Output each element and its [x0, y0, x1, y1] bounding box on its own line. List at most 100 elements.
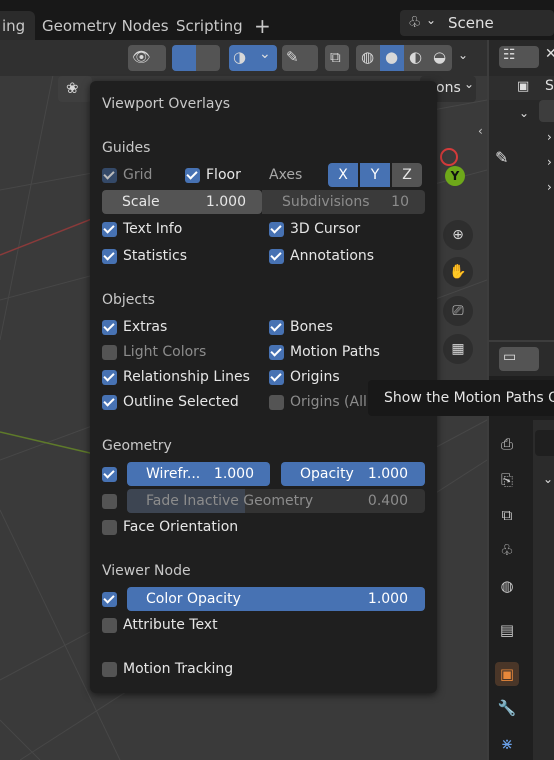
camera-icon: ⎚ [452, 303, 464, 319]
chevron-down-icon[interactable]: ⌄ [458, 48, 468, 62]
color-opacity-slider[interactable]: Color Opacity 1.000 [127, 587, 425, 611]
perspective-toggle-button[interactable]: ▦ [443, 334, 473, 364]
outliner-row[interactable]: ▣ S [489, 76, 554, 100]
checkbox-icon [102, 661, 117, 677]
origins-all-checkbox[interactable]: Origins (All) [269, 391, 372, 413]
close-icon[interactable]: ✕ [545, 46, 554, 62]
origins-all-label: Origins (All) [290, 394, 373, 410]
text-info-checkbox[interactable]: Text Info [102, 218, 182, 240]
collection-properties-icon[interactable]: ▤ [495, 618, 519, 642]
eyedropper-dropdown[interactable]: ✎ [282, 45, 318, 71]
fade-inactive-slider[interactable]: Fade Inactive Geometry 0.400 [127, 489, 425, 513]
outline-selected-checkbox[interactable]: Outline Selected [102, 391, 239, 413]
checkbox-icon [102, 319, 117, 335]
checkbox-icon [102, 167, 117, 183]
face-orientation-label: Face Orientation [123, 519, 239, 535]
chevron-right-icon[interactable]: › [547, 155, 552, 169]
checkbox-icon [102, 394, 117, 410]
tab-geometry-nodes[interactable]: Geometry Nodes [32, 11, 179, 41]
scale-field[interactable]: Scale 1.000 [102, 190, 262, 214]
fade-value: 0.400 [367, 493, 408, 509]
grid-checkbox[interactable]: Grid [102, 164, 152, 186]
axes-toggle-group: X Y Z [328, 163, 422, 187]
geometry-heading: Geometry [102, 438, 172, 454]
floor-checkbox[interactable]: Floor [185, 164, 241, 186]
checkbox-icon [102, 519, 117, 535]
editor-type-dropdown[interactable]: ▭ [499, 347, 539, 371]
wireframe-checkbox[interactable] [102, 463, 123, 485]
origins-checkbox[interactable]: Origins [269, 366, 340, 388]
object-name-field[interactable] [535, 430, 554, 456]
camera-view-button[interactable]: ⎚ [443, 296, 473, 326]
chevron-down-icon: ⌄ [464, 77, 475, 91]
properties-header: ▭ [489, 342, 554, 376]
display-mode-dropdown[interactable]: ☷ [499, 46, 539, 68]
chevron-right-icon[interactable]: › [547, 130, 552, 144]
options-label: ons [436, 80, 461, 96]
bones-checkbox[interactable]: Bones [269, 316, 333, 338]
relationship-lines-checkbox[interactable]: Relationship Lines [102, 366, 250, 388]
gizmo-toggle[interactable] [172, 45, 220, 71]
light-colors-label: Light Colors [123, 344, 207, 360]
scene-selector[interactable]: ♧ ⌄ Scene [400, 10, 554, 36]
transform-pivot-button[interactable]: ❀ [58, 76, 92, 102]
gizmo-y-axis[interactable]: Y [445, 166, 465, 186]
viewport-header: 👁 ◑ ⌄ ✎ ⧉ ◍ ● ◐ ◒ ⌄ [0, 40, 487, 76]
annotations-checkbox[interactable]: Annotations [269, 245, 374, 267]
checkbox-icon [269, 369, 284, 385]
axis-y-toggle[interactable]: Y [360, 163, 390, 187]
world-properties-icon[interactable]: ◍ [495, 574, 519, 598]
attribute-text-label: Attribute Text [123, 617, 218, 633]
tab-current[interactable]: ing [0, 11, 36, 41]
eye-icon: 👁 [132, 48, 152, 66]
shading-mode-group[interactable]: ◍ ● ◐ ◒ [356, 45, 452, 71]
axes-label: Axes [269, 167, 303, 183]
axis-x-toggle[interactable]: X [328, 163, 358, 187]
outliner-icon: ☷ [503, 47, 516, 63]
visibility-dropdown[interactable]: 👁 [128, 45, 166, 71]
pivot-icon: ❀ [66, 79, 79, 97]
checkbox-icon [269, 248, 284, 264]
statistics-checkbox[interactable]: Statistics [102, 245, 187, 267]
relationship-lines-label: Relationship Lines [123, 369, 250, 385]
gizmo-x-axis[interactable] [440, 148, 458, 166]
chevron-right-icon[interactable]: › [547, 180, 552, 194]
fade-label: Fade Inactive Geometry [146, 493, 314, 509]
chevron-down-icon[interactable]: ⌄ [543, 472, 553, 486]
particles-icon[interactable]: ⋇ [495, 732, 519, 756]
motion-paths-checkbox[interactable]: Motion Paths [269, 341, 380, 363]
color-opacity-value: 1.000 [367, 591, 408, 607]
scene-properties-icon[interactable]: ♧ [495, 538, 519, 562]
3d-cursor-checkbox[interactable]: 3D Cursor [269, 218, 360, 240]
add-workspace-button[interactable]: + [244, 11, 281, 41]
wireframe-opacity-slider[interactable]: Opacity 1.000 [281, 462, 425, 486]
floor-label: Floor [206, 167, 241, 183]
modifier-wrench-icon[interactable]: 🔧 [495, 696, 519, 720]
motion-tracking-checkbox[interactable]: Motion Tracking [102, 658, 233, 680]
eyedropper-icon[interactable]: ✎ [495, 148, 508, 167]
attribute-text-checkbox[interactable]: Attribute Text [102, 614, 218, 636]
extras-checkbox[interactable]: Extras [102, 316, 167, 338]
view-layer-icon[interactable]: ⧉ [495, 503, 519, 527]
fade-inactive-checkbox[interactable] [102, 490, 123, 512]
tab-scripting[interactable]: Scripting [166, 11, 253, 41]
color-opacity-label: Color Opacity [146, 591, 241, 607]
axis-z-toggle[interactable]: Z [392, 163, 422, 187]
scene-collection-icon [539, 100, 554, 122]
wireframe-threshold-slider[interactable]: Wirefr... 1.000 [127, 462, 270, 486]
light-colors-checkbox[interactable]: Light Colors [102, 341, 206, 363]
workspace-tab-bar: ing Geometry Nodes Scripting + ♧ ⌄ Scene [0, 0, 554, 41]
viewer-color-checkbox[interactable] [102, 588, 123, 610]
face-orientation-checkbox[interactable]: Face Orientation [102, 516, 238, 538]
zoom-button[interactable]: ⊕ [443, 220, 473, 250]
pan-button[interactable]: ✋ [443, 257, 473, 287]
xray-icon: ⧉ [330, 48, 341, 66]
object-properties-icon[interactable]: ▣ [495, 662, 519, 686]
chevron-down-icon[interactable]: ⌄ [519, 106, 529, 120]
sidebar-toggle-icon[interactable]: ‹ [478, 124, 483, 138]
render-properties-icon[interactable]: ⎙ [495, 432, 519, 456]
xray-toggle[interactable]: ⧉ [325, 45, 349, 71]
output-properties-icon[interactable]: ⎘ [495, 468, 519, 492]
overlays-toggle[interactable]: ◑ ⌄ [229, 45, 277, 71]
subdivisions-field[interactable]: Subdivisions 10 [262, 190, 425, 214]
